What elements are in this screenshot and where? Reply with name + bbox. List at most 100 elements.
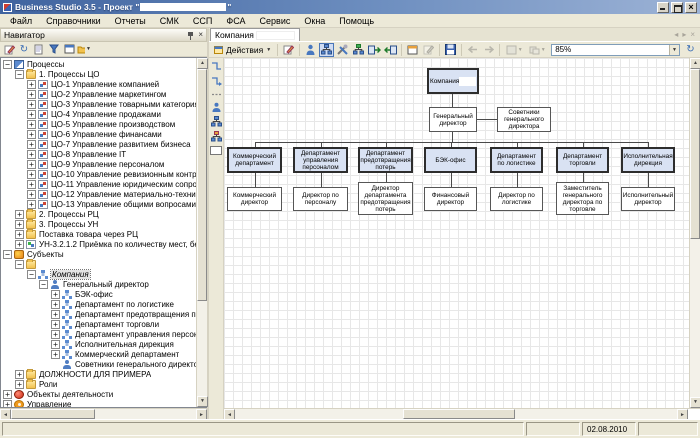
org-node-position[interactable]: Директор по логистике <box>490 187 543 211</box>
tools-icon[interactable] <box>335 43 350 57</box>
expand-icon[interactable]: + <box>27 180 36 189</box>
menu-справочники[interactable]: Справочники <box>39 16 108 26</box>
zoom-combo[interactable]: 85% ▼ <box>551 44 680 56</box>
tree-item-цо-12[interactable]: +ЦО-12 Управление материально-технически… <box>1 189 196 199</box>
expand-icon[interactable]: + <box>51 320 60 329</box>
expand-icon[interactable]: + <box>27 170 36 179</box>
expand-icon[interactable]: + <box>27 110 36 119</box>
tree-item-исполнительная[interactable]: +Исполнительная дирекция <box>1 339 196 349</box>
tree-item-цо-5[interactable]: +ЦО-5 Управление производством <box>1 119 196 129</box>
org-structure-icon[interactable] <box>319 43 334 57</box>
expand-icon[interactable]: + <box>27 120 36 129</box>
expand-icon[interactable]: + <box>15 370 24 379</box>
org-node-department[interactable]: Коммерческий департамент <box>227 147 282 173</box>
tree-item[interactable]: − <box>1 259 196 269</box>
connector-icon[interactable] <box>211 61 222 72</box>
new-window-icon[interactable] <box>405 43 420 57</box>
layout-dropdown-icon[interactable]: ▼ <box>503 43 525 57</box>
collapse-icon[interactable]: − <box>3 250 12 259</box>
collapse-icon[interactable]: − <box>15 260 24 269</box>
tree-item-2.[interactable]: +2. Процессы РЦ <box>1 209 196 219</box>
expand-icon[interactable]: + <box>15 210 24 219</box>
org-node-general-director[interactable]: Генеральный директор <box>429 107 477 132</box>
scroll-down-icon[interactable]: ▼ <box>690 397 700 408</box>
scroll-down-icon[interactable]: ▼ <box>197 396 208 407</box>
expand-icon[interactable]: + <box>3 390 12 399</box>
tab-close-icon[interactable]: × <box>690 30 695 39</box>
org-node-position[interactable]: Директор департамента предотвращения пот… <box>358 182 413 215</box>
open-dropdown-icon[interactable]: ▼ <box>77 43 91 56</box>
menu-отчеты[interactable]: Отчеты <box>108 16 153 26</box>
scroll-up-icon[interactable]: ▲ <box>690 58 700 69</box>
org-node-department[interactable]: Департамент предотвращения потерь <box>358 147 413 173</box>
tree-item-цо-3[interactable]: +ЦО-3 Управление товарными категориями <box>1 99 196 109</box>
tree-item-департамент[interactable]: +Департамент торговли <box>1 319 196 329</box>
tree-item-компания[interactable]: −Компания <box>1 269 196 279</box>
refresh-icon[interactable]: ↻ <box>17 43 31 56</box>
tab-scroll-left-icon[interactable]: ◂ <box>674 30 678 39</box>
expand-icon[interactable]: + <box>15 230 24 239</box>
close-panel-icon[interactable]: × <box>198 31 203 39</box>
actions-button[interactable]: Действия ▼ <box>211 43 274 57</box>
expand-icon[interactable]: + <box>27 130 36 139</box>
org-add-icon[interactable] <box>351 43 366 57</box>
org-node-department[interactable]: Департамент управления персоналом <box>293 147 348 173</box>
expand-icon[interactable]: + <box>27 90 36 99</box>
expand-icon[interactable]: + <box>27 140 36 149</box>
tree-item-3.[interactable]: +3. Процессы УН <box>1 219 196 229</box>
expand-icon[interactable]: + <box>51 340 60 349</box>
tree-vertical-scrollbar[interactable]: ▲ ▼ <box>196 58 207 407</box>
forward-icon[interactable] <box>481 43 496 57</box>
expand-icon[interactable]: + <box>27 190 36 199</box>
tree-item-департамент[interactable]: +Департамент предотвращения потерь <box>1 309 196 319</box>
collapse-icon[interactable]: − <box>39 280 48 289</box>
org-node-position[interactable]: Коммерческий директор <box>227 187 282 211</box>
tree-item-департамент[interactable]: +Департамент управления персоналом <box>1 329 196 339</box>
expand-icon[interactable]: + <box>15 380 24 389</box>
dashed-connector-icon[interactable] <box>211 91 222 98</box>
minimize-button[interactable] <box>657 2 669 13</box>
expand-icon[interactable]: + <box>27 160 36 169</box>
tree-item-цо-2[interactable]: +ЦО-2 Управление маркетингом <box>1 89 196 99</box>
new-doc-icon[interactable] <box>32 43 46 56</box>
tree-item-цо-10[interactable]: +ЦО-10 Управление ревизионным контролем <box>1 169 196 179</box>
tree-item-1.[interactable]: −1. Процессы ЦО <box>1 69 196 79</box>
expand-icon[interactable]: + <box>27 80 36 89</box>
org-node-department[interactable]: БЭК-офис <box>424 147 477 173</box>
expand-icon[interactable]: + <box>3 400 12 408</box>
scroll-thumb[interactable] <box>197 69 207 301</box>
rectangle-shape-icon[interactable] <box>210 146 222 155</box>
tree-item-процессы[interactable]: −Процессы <box>1 59 196 69</box>
org-node-position[interactable]: Заместитель генерального директора по то… <box>556 182 609 215</box>
expand-icon[interactable]: + <box>51 310 60 319</box>
expand-icon[interactable]: + <box>27 150 36 159</box>
tree-item-цо-6[interactable]: +ЦО-6 Управление финансами <box>1 129 196 139</box>
edit-icon[interactable] <box>2 43 16 56</box>
canvas-vertical-scrollbar[interactable]: ▲ ▼ <box>689 58 700 408</box>
menu-фса[interactable]: ФСА <box>219 16 252 26</box>
back-icon[interactable] <box>465 43 480 57</box>
org-unit-shape-icon[interactable] <box>211 116 222 127</box>
org-node-advisors[interactable]: Советники генерального директора <box>497 107 551 132</box>
tab-scroll-right-icon[interactable]: ▸ <box>682 30 686 39</box>
close-button[interactable]: × <box>685 2 697 13</box>
tree-item-должности[interactable]: +ДОЛЖНОСТИ ДЛЯ ПРИМЕРА <box>1 369 196 379</box>
tree-item-поставка[interactable]: +Поставка товара через РЦ <box>1 229 196 239</box>
tree-item-генеральный[interactable]: −Генеральный директор <box>1 279 196 289</box>
expand-icon[interactable]: + <box>27 200 36 209</box>
org-node-department[interactable]: Департамент торговли <box>556 147 609 173</box>
person-shape-icon[interactable] <box>212 102 221 112</box>
window-icon[interactable] <box>62 43 76 56</box>
tree-item-субъекты[interactable]: −Субъекты <box>1 249 196 259</box>
edit-icon[interactable] <box>281 43 296 57</box>
tree-item-цо-7[interactable]: +ЦО-7 Управление развитием бизнеса <box>1 139 196 149</box>
tree-item-советники[interactable]: Советники генерального директора <box>1 359 196 369</box>
tree-item-бэк-офис[interactable]: +БЭК-офис <box>1 289 196 299</box>
filter-icon[interactable] <box>47 43 61 56</box>
expand-icon[interactable]: + <box>15 220 24 229</box>
org-node-position[interactable]: Финансовый директор <box>424 187 477 211</box>
canvas-horizontal-scrollbar[interactable]: ◄ ► <box>224 408 700 419</box>
connector-arrow-icon[interactable] <box>211 76 222 87</box>
tree-item-цо-9[interactable]: +ЦО-9 Управление персоналом <box>1 159 196 169</box>
tree-item-объекты[interactable]: +Объекты деятельности <box>1 389 196 399</box>
